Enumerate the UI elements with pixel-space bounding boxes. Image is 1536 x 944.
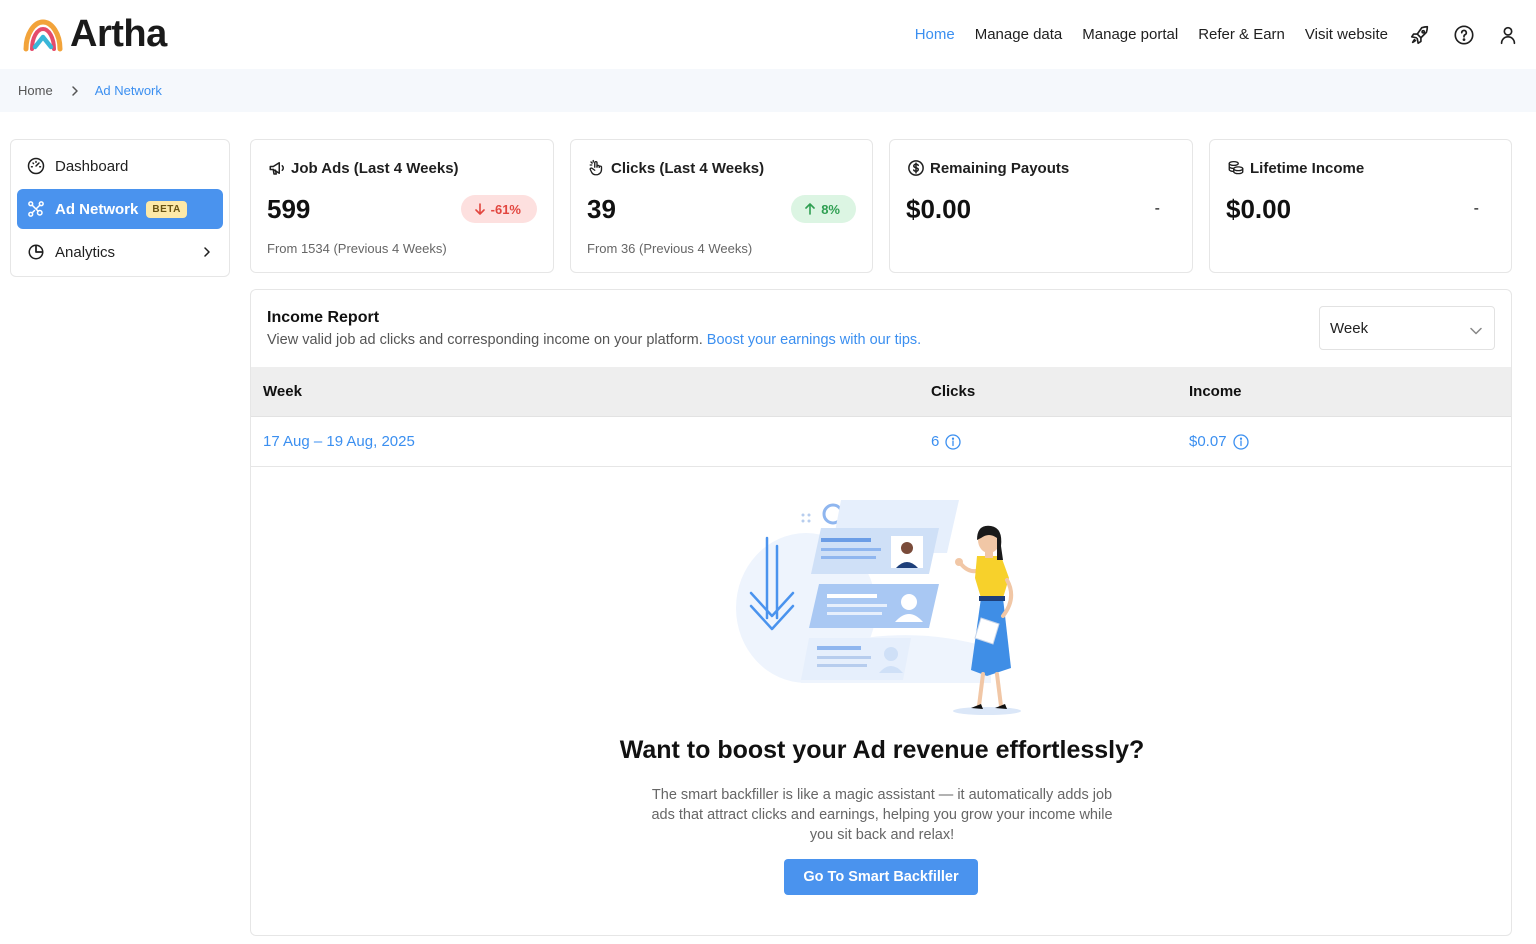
cell-income: $0.07	[1189, 433, 1249, 450]
table-row[interactable]: 17 Aug – 19 Aug, 2025 6 $0.07	[251, 417, 1511, 467]
panel-description-text: View valid job ad clicks and correspondi…	[267, 332, 703, 348]
pie-chart-icon	[27, 243, 45, 261]
top-header: Artha Home Manage data Manage portal Ref…	[0, 0, 1536, 69]
arrow-up-icon	[805, 203, 816, 215]
top-nav: Home Manage data Manage portal Refer & E…	[915, 0, 1536, 69]
brand-name: Artha	[70, 13, 167, 55]
stat-sub: From 1534 (Previous 4 Weeks)	[267, 241, 447, 256]
boost-tips-link[interactable]: Boost your earnings with our tips.	[707, 332, 921, 348]
rocket-icon[interactable]	[1408, 23, 1432, 47]
megaphone-icon	[267, 158, 287, 178]
artha-logo-icon	[23, 19, 63, 52]
panel-description: View valid job ad clicks and correspondi…	[267, 332, 921, 348]
gauge-icon	[27, 157, 45, 175]
stat-card-job-ads: Job Ads (Last 4 Weeks) 599 -61% From 153…	[250, 139, 554, 273]
stat-title: Job Ads (Last 4 Weeks)	[291, 159, 459, 177]
coins-icon	[1226, 158, 1246, 178]
sidebar-item-dashboard[interactable]: Dashboard	[17, 146, 223, 186]
trend-badge: -61%	[460, 195, 537, 223]
stat-change: -	[1473, 200, 1479, 217]
nav-refer-earn[interactable]: Refer & Earn	[1198, 26, 1285, 43]
beta-badge: BETA	[146, 200, 187, 218]
promo-title: Want to boost your Ad revenue effortless…	[619, 736, 1145, 764]
column-header-clicks[interactable]: Clicks	[931, 383, 975, 400]
stat-title: Remaining Payouts	[930, 159, 1070, 177]
smart-backfiller-button[interactable]: Go To Smart Backfiller	[784, 859, 978, 895]
stat-sub: From 36 (Previous 4 Weeks)	[587, 241, 753, 256]
sidebar-item-label: Dashboard	[55, 157, 129, 175]
column-header-income[interactable]: Income	[1189, 383, 1242, 400]
brand-logo[interactable]: Artha	[22, 14, 167, 54]
breadcrumb-home[interactable]: Home	[18, 83, 53, 98]
breadcrumb-ad-network[interactable]: Ad Network	[95, 83, 162, 98]
chevron-right-icon	[203, 245, 211, 262]
nav-manage-portal[interactable]: Manage portal	[1082, 26, 1178, 43]
network-icon	[27, 200, 45, 218]
arrow-down-icon	[474, 203, 485, 215]
user-icon[interactable]	[1496, 23, 1520, 47]
period-select[interactable]: Week	[1319, 306, 1495, 350]
stat-card-lifetime-income: Lifetime Income $0.00 -	[1209, 139, 1512, 273]
promo-text: The smart backfiller is like a magic ass…	[651, 787, 1113, 843]
dollar-circle-icon	[906, 158, 926, 178]
sidebar-item-label: Ad Network	[55, 200, 139, 218]
nav-visit-website[interactable]: Visit website	[1305, 26, 1388, 43]
table-header: Week Clicks Income	[251, 367, 1511, 417]
stat-value: $0.00	[1226, 193, 1292, 224]
cell-week[interactable]: 17 Aug – 19 Aug, 2025	[263, 433, 415, 450]
trend-value: 8%	[821, 201, 840, 217]
nav-manage-data[interactable]: Manage data	[975, 26, 1063, 43]
cell-clicks: 6	[931, 433, 961, 450]
column-header-week[interactable]: Week	[263, 383, 302, 400]
chevron-right-icon	[71, 85, 79, 97]
pointer-click-icon	[587, 158, 607, 178]
help-icon[interactable]	[1452, 23, 1476, 47]
stat-value: 599	[267, 193, 311, 224]
stat-card-clicks: Clicks (Last 4 Weeks) 39 8% From 36 (Pre…	[570, 139, 873, 273]
sidebar-item-label: Analytics	[55, 243, 116, 261]
panel-title: Income Report	[267, 309, 380, 326]
cell-income-value: $0.07	[1189, 433, 1227, 450]
info-icon	[1232, 433, 1249, 450]
period-select-value: Week	[1330, 319, 1369, 337]
sidebar-item-ad-network[interactable]: Ad Network BETA	[17, 189, 223, 229]
cell-clicks-value: 6	[931, 433, 940, 450]
stat-value: $0.00	[906, 193, 972, 224]
income-report-panel: Income Report View valid job ad clicks a…	[250, 289, 1512, 936]
sidebar-item-analytics[interactable]: Analytics	[17, 232, 223, 272]
stat-title: Lifetime Income	[1250, 159, 1365, 177]
stat-title: Clicks (Last 4 Weeks)	[611, 159, 765, 177]
stat-card-remaining-payouts: Remaining Payouts $0.00 -	[889, 139, 1193, 273]
backfiller-illustration	[736, 500, 1021, 715]
breadcrumb: Home Ad Network	[0, 69, 1536, 112]
sidebar: Dashboard Ad Network BETA Analytics	[10, 139, 230, 277]
chevron-down-icon	[1470, 322, 1482, 339]
trend-value: -61%	[490, 201, 521, 217]
trend-badge: 8%	[791, 195, 856, 223]
info-icon	[945, 433, 961, 450]
nav-home[interactable]: Home	[915, 26, 955, 43]
stat-change: -	[1154, 200, 1160, 217]
stat-value: 39	[587, 193, 616, 224]
